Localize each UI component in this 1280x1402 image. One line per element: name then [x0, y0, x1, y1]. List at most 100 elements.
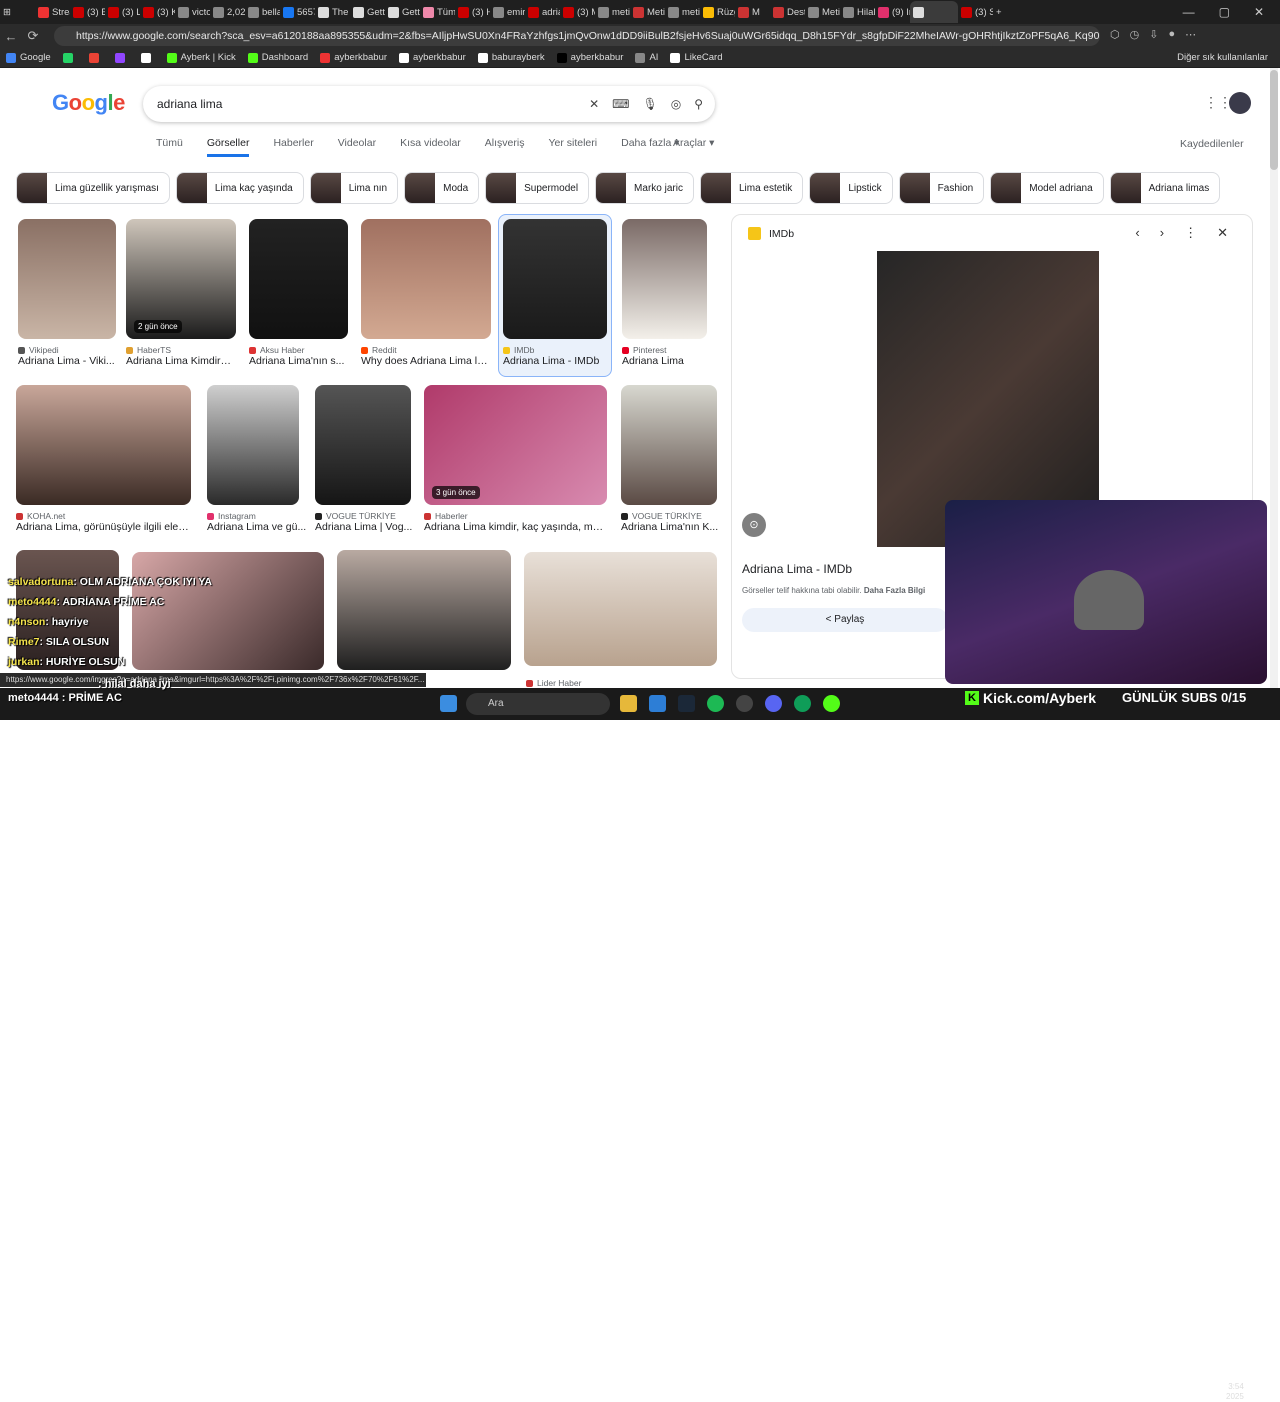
bookmark-item[interactable]: ayberkbabur	[393, 52, 472, 63]
browser-tab[interactable]: Hilal	[840, 1, 875, 23]
close-window-icon[interactable]: ✕	[1254, 5, 1264, 19]
related-chip[interactable]: Lima nın	[309, 172, 399, 204]
browser-tab[interactable]: meti	[595, 1, 630, 23]
related-chip[interactable]: Lipstick	[809, 172, 893, 204]
tab-search-icon[interactable]: ⊞	[0, 1, 35, 23]
image-thumbnail[interactable]	[207, 385, 299, 505]
bookmark-item[interactable]: Ayberk | Kick	[161, 52, 242, 63]
bookmark-item[interactable]: LikeCard	[664, 52, 728, 63]
browser-tab[interactable]: meti	[665, 1, 700, 23]
bookmark-item[interactable]	[57, 52, 83, 63]
result-title[interactable]: Adriana Lima - Viki...	[18, 355, 128, 367]
other-bookmarks[interactable]: Diğer sık kullanılanlar	[1171, 52, 1280, 63]
browser-tab[interactable]: emir	[490, 1, 525, 23]
tab-3[interactable]: Videolar	[338, 137, 376, 157]
microphone-icon[interactable]: 🎙	[642, 97, 657, 111]
page-scrollbar[interactable]	[1270, 68, 1278, 688]
bookmark-item[interactable]: Google	[0, 52, 57, 63]
image-thumbnail[interactable]: 3 gün önce	[424, 385, 607, 505]
google-logo[interactable]: Google	[52, 90, 125, 116]
browser-tab[interactable]: (3) S	[958, 1, 993, 23]
related-chip[interactable]: Model adriana	[990, 172, 1104, 204]
tab-7[interactable]: Daha fazla ▾	[621, 137, 679, 157]
browser-tab[interactable]	[910, 1, 958, 23]
browser-tab[interactable]: 5657	[280, 1, 315, 23]
next-icon[interactable]: ›	[1160, 225, 1164, 241]
keyboard-icon[interactable]: ⌨	[612, 97, 629, 111]
browser-tab[interactable]: adria	[525, 1, 560, 23]
search-input[interactable]: adriana lima	[157, 97, 222, 111]
browser-tab[interactable]: Rüzg	[700, 1, 735, 23]
bookmark-item[interactable]: ayberkbabur	[314, 52, 393, 63]
panel-title[interactable]: Adriana Lima - IMDb	[742, 562, 852, 576]
result-source[interactable]: HaberTS	[126, 345, 171, 355]
image-thumbnail[interactable]	[503, 219, 607, 339]
result-source[interactable]: VOGUE TÜRKİYE	[621, 511, 702, 521]
lens-icon[interactable]: ◎	[671, 97, 681, 111]
browser-tab[interactable]: The	[315, 1, 350, 23]
bookmark-item[interactable]	[135, 52, 161, 63]
result-source[interactable]: Reddit	[361, 345, 397, 355]
profile-icon[interactable]: ●	[1168, 28, 1175, 41]
browser-tab[interactable]: Meti	[805, 1, 840, 23]
related-chip[interactable]: Marko jaric	[595, 172, 694, 204]
menu-icon[interactable]: ⋯	[1185, 28, 1196, 41]
result-source[interactable]: Vikipedi	[18, 345, 59, 355]
reload-icon[interactable]: ⟳	[22, 28, 44, 44]
bookmark-item[interactable]	[83, 52, 109, 63]
image-thumbnail[interactable]	[18, 219, 116, 339]
kick-app-icon[interactable]	[823, 695, 840, 712]
back-icon[interactable]: ←	[0, 29, 22, 44]
bookmark-item[interactable]: Dashboard	[242, 52, 314, 63]
result-source[interactable]: KOHA.net	[16, 511, 65, 521]
windows-start-icon[interactable]	[440, 695, 457, 712]
close-icon[interactable]: ✕	[1217, 225, 1228, 241]
browser-tab[interactable]: (3) H	[455, 1, 490, 23]
browser-tab[interactable]: Strea	[35, 1, 70, 23]
discord-icon[interactable]	[765, 695, 782, 712]
clear-icon[interactable]: ✕	[589, 97, 599, 111]
tab-1[interactable]: Görseller	[206, 137, 250, 157]
tab-4[interactable]: Kısa videolar	[400, 137, 461, 157]
result-title[interactable]: Adriana Lima Kimdir? ...	[126, 355, 236, 367]
system-clock[interactable]: 3:54 2025	[1226, 1382, 1244, 1402]
url-field[interactable]: https://www.google.com/search?sca_esv=a6…	[54, 26, 1100, 46]
browser-tab[interactable]: (3) B	[70, 1, 105, 23]
image-thumbnail[interactable]	[621, 385, 717, 505]
related-chip[interactable]: Lima kaç yaşında	[175, 172, 304, 204]
steam-icon[interactable]	[678, 695, 695, 712]
image-thumbnail[interactable]	[16, 385, 191, 505]
saved-link[interactable]: Kaydedilenler	[1180, 138, 1244, 150]
history-icon[interactable]: ◷	[1130, 28, 1140, 41]
browser-tab[interactable]: Getti	[350, 1, 385, 23]
browser-tab[interactable]: victo	[175, 1, 210, 23]
bookmark-item[interactable]	[109, 52, 135, 63]
result-source[interactable]: IMDb	[503, 345, 534, 355]
result-source[interactable]: Instagram	[207, 511, 256, 521]
tab-2[interactable]: Haberler	[273, 137, 313, 157]
image-thumbnail[interactable]	[361, 219, 491, 339]
bookmark-item[interactable]: baburayberk	[472, 52, 551, 63]
browser-tab[interactable]: Getti	[385, 1, 420, 23]
image-thumbnail[interactable]: 2 gün önce	[126, 219, 236, 339]
browser-tab[interactable]: (9) Ir	[875, 1, 910, 23]
result-title[interactable]: Adriana Lima	[622, 355, 732, 367]
browser-tab[interactable]: Tüm	[420, 1, 455, 23]
browser-tab[interactable]: (3) M	[560, 1, 595, 23]
browser-tab[interactable]: 2,021	[210, 1, 245, 23]
result-title[interactable]: Why does Adriana Lima lo...	[361, 355, 491, 367]
bookmark-item[interactable]: AI	[629, 52, 664, 63]
minimize-icon[interactable]: —	[1183, 5, 1195, 19]
edge-icon[interactable]	[794, 695, 811, 712]
tab-6[interactable]: Yer siteleri	[548, 137, 597, 157]
browser-tab[interactable]: (3) K	[140, 1, 175, 23]
result-source[interactable]: Haberler	[424, 511, 468, 521]
file-explorer-icon[interactable]	[620, 695, 637, 712]
search-icon[interactable]: ⚲	[694, 97, 703, 111]
extensions-icon[interactable]: ⬡	[1110, 28, 1120, 41]
image-thumbnail[interactable]	[315, 385, 411, 505]
search-box[interactable]: adriana lima ✕ ⌨ 🎙 ◎ ⚲	[143, 86, 715, 122]
browser-tab[interactable]: (3) Li	[105, 1, 140, 23]
maximize-icon[interactable]: ▢	[1219, 5, 1230, 19]
image-thumbnail[interactable]	[622, 219, 707, 339]
